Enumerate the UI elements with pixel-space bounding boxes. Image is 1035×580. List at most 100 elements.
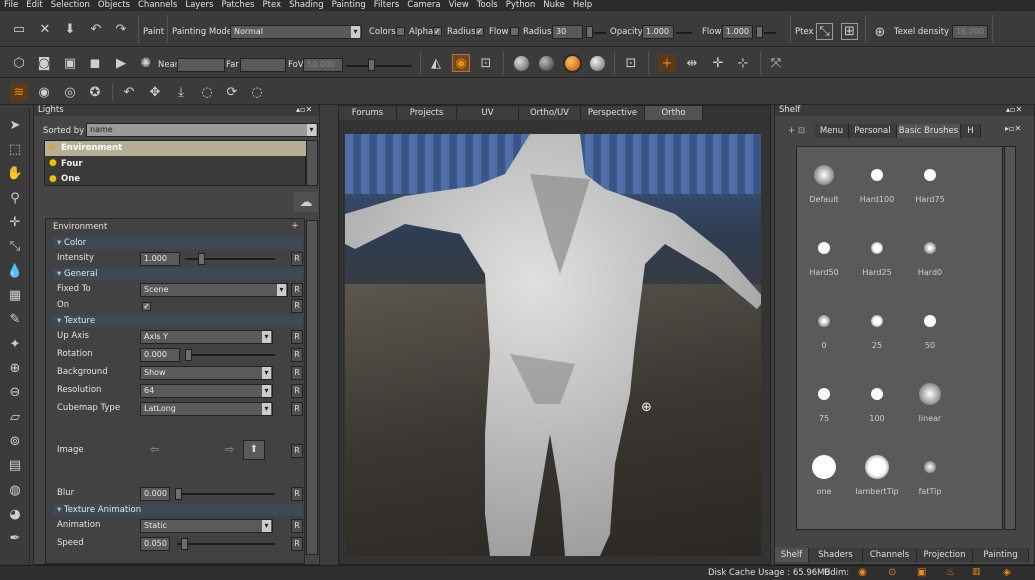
menu-help[interactable]: Help (569, 0, 596, 11)
menu-patches[interactable]: Patches (217, 0, 258, 11)
viewport-tab-uv[interactable]: UV (457, 106, 519, 120)
orbit-icon[interactable]: ⟳ (223, 83, 241, 101)
lights-scrollbar[interactable] (306, 140, 318, 186)
status-icon-3[interactable]: ▣ (917, 567, 926, 578)
cubemap-reset-button[interactable]: R (291, 402, 303, 416)
basic-shading-icon[interactable] (539, 56, 554, 71)
speed-slider[interactable] (181, 538, 188, 550)
brush-lamberttip[interactable]: lambertTip (852, 453, 902, 496)
gradient-icon[interactable]: ▤ (6, 456, 24, 474)
status-icon-1[interactable]: ◉ (858, 567, 867, 578)
shelf-tab-personal[interactable]: Personal (849, 124, 897, 138)
mask-icon[interactable]: ◭ (427, 54, 445, 72)
eye-tool-icon[interactable]: ◉ (35, 83, 53, 101)
viewport-tab-ortho-uv[interactable]: Ortho/UV (519, 106, 581, 120)
brush-tool-icon[interactable]: ✎ (6, 310, 24, 328)
flow-slider[interactable] (756, 26, 763, 38)
rotation-input[interactable]: 0.000 (140, 348, 180, 362)
radius-checkbox[interactable]: ✓ (475, 27, 484, 36)
up-axis-select[interactable]: Axis Y (140, 330, 273, 344)
brush-hard75[interactable]: Hard75 (905, 161, 955, 204)
status-icon-5[interactable]: ▥ (972, 567, 981, 577)
shelf-bottom-tab-shelf[interactable]: Shelf (775, 548, 809, 562)
section-texture-animation[interactable]: Texture Animation (53, 504, 303, 516)
brush-linear[interactable]: linear (905, 380, 955, 423)
plus-circle-icon[interactable]: ⊕ (6, 359, 24, 377)
section-general[interactable]: General (53, 268, 303, 280)
camera-icon[interactable]: ◙ (35, 54, 53, 72)
background-select[interactable]: Show (140, 366, 273, 380)
rotate-icon[interactable]: ↶ (120, 83, 138, 101)
eye2-tool-icon[interactable]: ◎ (61, 83, 79, 101)
status-icon-4[interactable]: ♨ (946, 567, 955, 578)
cubemap-select[interactable]: LatLong (140, 402, 273, 416)
animation-reset-button[interactable]: R (291, 519, 303, 533)
fixed-to-select[interactable]: Scene (140, 283, 288, 297)
spread-v-icon[interactable]: ✛ (709, 54, 727, 72)
shelf-tab-scroll-icon[interactable]: ▸▫✕ (1005, 124, 1021, 133)
up-axis-reset-button[interactable]: R (291, 330, 303, 344)
rotation-reset-button[interactable]: R (291, 348, 303, 362)
image-next-icon[interactable]: ⇨ (225, 443, 234, 456)
ptex-icon[interactable]: ⤡ (816, 23, 833, 40)
add-property-icon[interactable]: + (289, 220, 301, 232)
shelf-scrollbar[interactable] (1004, 146, 1016, 530)
menu-objects[interactable]: Objects (94, 0, 134, 11)
menu-filters[interactable]: Filters (370, 0, 403, 11)
light-item-environment[interactable]: ⊕ Environment (45, 141, 307, 156)
image-prev-icon[interactable]: ⇦ (150, 443, 159, 456)
brush-hard25[interactable]: Hard25 (852, 234, 902, 277)
section-color[interactable]: Color (53, 237, 303, 249)
menu-tools[interactable]: Tools (473, 0, 502, 11)
shelf-bottom-tab-channels[interactable]: Channels (863, 548, 917, 562)
menu-selection[interactable]: Selection (47, 0, 94, 11)
painting-mode-select[interactable]: Normal (230, 25, 362, 39)
on-checkbox[interactable]: ✓ (142, 302, 151, 311)
texel-density-input[interactable]: 16.000 (952, 25, 988, 39)
brush-hard50[interactable]: Hard50 (799, 234, 849, 277)
opacity-input[interactable]: 1.000 (642, 25, 674, 39)
add-light-icon[interactable]: ☁ (294, 192, 318, 212)
sphere-tool-icon[interactable]: ◕ (6, 505, 24, 523)
smudge-icon[interactable]: ◍ (6, 481, 24, 499)
speed-reset-button[interactable]: R (291, 537, 303, 551)
projector-icon[interactable]: ▶ (112, 54, 130, 72)
menu-edit[interactable]: Edit (22, 0, 46, 11)
redo-icon[interactable]: ↷ (112, 20, 130, 38)
drop-icon[interactable]: 💧 (6, 262, 24, 280)
fov-slider[interactable] (368, 59, 375, 71)
resolution-select[interactable]: 64 (140, 384, 273, 398)
panel-controls-icon[interactable]: ▴▫✕ (296, 105, 312, 114)
brush-0[interactable]: 0 (799, 307, 849, 350)
full-shading-icon[interactable] (565, 56, 580, 71)
blur-input[interactable]: 0.000 (140, 487, 170, 501)
cube-icon[interactable]: ⬡ (10, 54, 28, 72)
status-icon-6[interactable]: ◈ (1003, 567, 1011, 578)
menu-painting[interactable]: Painting (328, 0, 370, 11)
down-icon[interactable]: ⤓ (172, 83, 190, 101)
sort-select[interactable]: name (86, 123, 318, 137)
shelf-bottom-tab-shaders[interactable]: Shaders (809, 548, 863, 562)
close-file-icon[interactable]: ✕ (36, 20, 54, 38)
animation-select[interactable]: Static (140, 519, 273, 533)
menu-layers[interactable]: Layers (181, 0, 217, 11)
brush-hard100[interactable]: Hard100 (852, 161, 902, 204)
fixed-to-reset-button[interactable]: R (291, 283, 303, 297)
viewport-tab-projects[interactable]: Projects (397, 106, 457, 120)
blur-slider[interactable] (175, 488, 182, 500)
transform-icon[interactable]: ⤧ (767, 54, 785, 72)
flow-checkbox[interactable] (510, 27, 519, 36)
transform-tool-icon[interactable]: ⤡ (6, 237, 24, 255)
spread-all-icon[interactable]: ⊹ (734, 54, 752, 72)
blur-reset-button[interactable]: R (291, 487, 303, 501)
shelf-tab-basic-brushes[interactable]: Basic Brushes (897, 124, 961, 138)
section-texture[interactable]: Texture (53, 315, 303, 327)
pin-icon[interactable]: ✦ (6, 335, 24, 353)
specular-shading-icon[interactable] (590, 56, 605, 71)
frame-icon[interactable]: ⊡ (477, 54, 495, 72)
viewport-tab-forums[interactable]: Forums (339, 106, 397, 120)
clone-icon[interactable]: ⊚ (6, 432, 24, 450)
move-icon[interactable]: ✥ (146, 83, 164, 101)
move-tool-icon[interactable]: ✛ (6, 213, 24, 231)
flow-input[interactable]: 1.000 (722, 25, 753, 39)
